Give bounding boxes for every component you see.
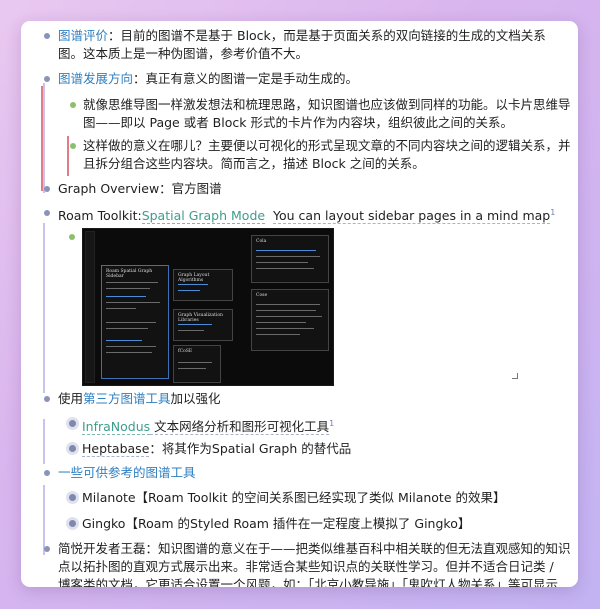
bullet-icon[interactable] [44, 76, 50, 82]
outline-page: 图谱评价：目前的图谱不是基于 Block，而是基于页面关系的双向链接的生成的文档… [21, 21, 578, 587]
screenshot-node: Cose [251, 289, 329, 351]
screenshot-node: Cola [251, 235, 329, 283]
page-link[interactable]: 图谱发展方向 [58, 71, 133, 86]
indent-guide [43, 223, 45, 393]
selection-bar [41, 86, 43, 191]
page-link[interactable]: 图谱评价 [58, 28, 108, 43]
bullet-icon[interactable] [44, 210, 50, 216]
external-link[interactable]: InfraNodus [82, 419, 151, 436]
selection-bar [67, 136, 69, 176]
footnote-marker[interactable]: 1 [550, 208, 555, 217]
screenshot-node: Graph Visualization Libraries [173, 309, 233, 341]
resize-handle-icon[interactable] [512, 373, 518, 379]
indent-guide [43, 485, 45, 555]
bullet-icon[interactable] [44, 186, 50, 192]
footnote-marker[interactable]: 1 [329, 419, 334, 428]
screenshot-node: Graph Layout Algorithms [173, 269, 233, 301]
external-link[interactable]: You can layout sidebar pages in a mind m… [273, 208, 551, 225]
page-link[interactable]: 一些可供参考的图谱工具 [58, 464, 196, 481]
screenshot-node: fCoSE [173, 345, 221, 383]
screenshot-sidebar [85, 231, 95, 383]
collapsed-bullet-icon[interactable] [69, 494, 76, 501]
bullet-icon[interactable] [69, 234, 75, 240]
collapsed-bullet-icon[interactable] [69, 445, 76, 452]
indent-guide [43, 83, 45, 193]
external-link[interactable]: Spatial Graph Mode [141, 208, 266, 225]
bullet-icon[interactable] [44, 546, 50, 552]
collapsed-bullet-icon[interactable] [69, 420, 76, 427]
screenshot-card-main: Roam Spatial Graph Sidebar [101, 265, 169, 379]
bullet-icon[interactable] [44, 470, 50, 476]
bullet-icon[interactable] [44, 396, 50, 402]
page-link[interactable]: 第三方图谱工具 [83, 391, 171, 406]
bullet-icon[interactable] [44, 33, 50, 39]
external-link[interactable]: Heptabase [82, 441, 150, 457]
bullet-icon[interactable] [70, 102, 76, 108]
bullet-icon[interactable] [70, 143, 76, 149]
indent-guide [43, 419, 45, 464]
embedded-screenshot[interactable]: Roam Spatial Graph Sidebar Graph Layout … [82, 228, 334, 386]
collapsed-bullet-icon[interactable] [69, 520, 76, 527]
